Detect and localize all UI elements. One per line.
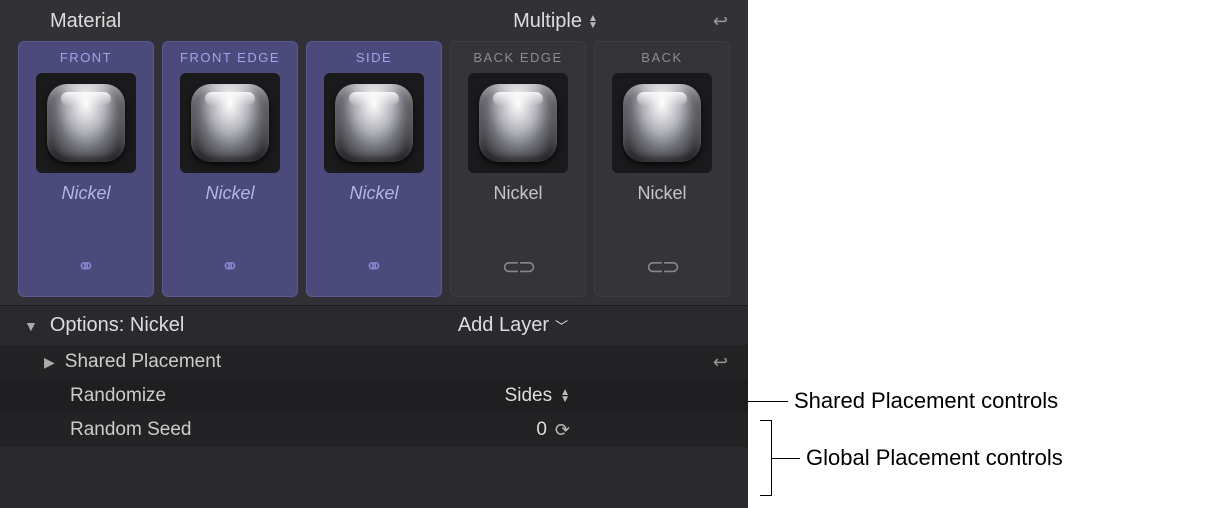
random-seed-value-group: 0 ⟳	[536, 419, 570, 441]
add-layer-dropdown[interactable]: Add Layer ﹀	[458, 314, 568, 337]
chevron-down-icon: ﹀	[555, 316, 568, 335]
material-panel: Material Multiple ▲▼ ↩︎ FRONT Nickel ⚭ F…	[0, 0, 748, 508]
material-header: Material Multiple ▲▼ ↩︎	[0, 0, 748, 41]
random-seed-label: Random Seed	[70, 419, 536, 441]
tile-face-label: BACK	[641, 50, 682, 65]
link-icon[interactable]: ⚭	[77, 254, 95, 280]
tile-material-name: Nickel	[637, 183, 686, 204]
material-preview	[612, 73, 712, 173]
material-tiles: FRONT Nickel ⚭ FRONT EDGE Nickel ⚭ SIDE …	[0, 41, 748, 305]
unlink-icon[interactable]: ⊂⊃	[646, 254, 679, 280]
tile-front-edge[interactable]: FRONT EDGE Nickel ⚭	[162, 41, 298, 297]
material-title: Material	[50, 10, 513, 33]
tile-front[interactable]: FRONT Nickel ⚭	[18, 41, 154, 297]
randomize-icon[interactable]: ⟳	[555, 420, 570, 441]
updown-icon: ▲▼	[588, 15, 598, 29]
material-preview	[468, 73, 568, 173]
tile-material-name: Nickel	[61, 183, 110, 204]
options-header: ▼ Options: Nickel Add Layer ﹀	[0, 305, 748, 345]
tile-face-label: FRONT EDGE	[180, 50, 280, 65]
material-preview	[36, 73, 136, 173]
tile-material-name: Nickel	[493, 183, 542, 204]
tile-face-label: BACK EDGE	[473, 50, 562, 65]
material-preset-value: Multiple	[513, 10, 582, 33]
randomize-dropdown[interactable]: Sides ▲▼	[505, 385, 570, 407]
material-preset-dropdown[interactable]: Multiple ▲▼	[513, 10, 598, 33]
tile-face-label: FRONT	[60, 50, 112, 65]
tile-face-label: SIDE	[356, 50, 392, 65]
randomize-row: Randomize Sides ▲▼	[0, 379, 748, 413]
random-seed-row: Random Seed 0 ⟳	[0, 413, 748, 447]
callout-text: Shared Placement controls	[794, 388, 1058, 414]
disclosure-triangle-icon[interactable]: ▶	[44, 354, 55, 371]
reset-icon[interactable]: ↩︎	[713, 352, 728, 373]
unlink-icon[interactable]: ⊂⊃	[502, 254, 535, 280]
callout-shared-placement: Shared Placement controls	[748, 388, 1058, 414]
tile-back-edge[interactable]: BACK EDGE Nickel ⊂⊃	[450, 41, 586, 297]
reset-icon[interactable]: ↩︎	[713, 11, 728, 32]
annotations-area: Shared Placement controls Global Placeme…	[748, 0, 1213, 508]
random-seed-value[interactable]: 0	[536, 419, 547, 441]
link-icon[interactable]: ⚭	[365, 254, 383, 280]
updown-icon: ▲▼	[560, 389, 570, 403]
shared-placement-label: Shared Placement	[65, 351, 713, 373]
randomize-label: Randomize	[70, 385, 505, 407]
options-title: Options: Nickel	[50, 314, 458, 337]
material-preview	[180, 73, 280, 173]
tile-material-name: Nickel	[349, 183, 398, 204]
shared-placement-row: ▶ Shared Placement ↩︎	[0, 345, 748, 379]
add-layer-label: Add Layer	[458, 314, 549, 337]
link-icon[interactable]: ⚭	[221, 254, 239, 280]
randomize-value: Sides	[505, 385, 553, 407]
callout-text: Global Placement controls	[806, 445, 1063, 471]
material-preview	[324, 73, 424, 173]
tile-back[interactable]: BACK Nickel ⊂⊃	[594, 41, 730, 297]
disclosure-triangle-icon[interactable]: ▼	[24, 318, 38, 334]
tile-material-name: Nickel	[205, 183, 254, 204]
tile-side[interactable]: SIDE Nickel ⚭	[306, 41, 442, 297]
callout-global-placement: Global Placement controls	[760, 420, 1063, 496]
